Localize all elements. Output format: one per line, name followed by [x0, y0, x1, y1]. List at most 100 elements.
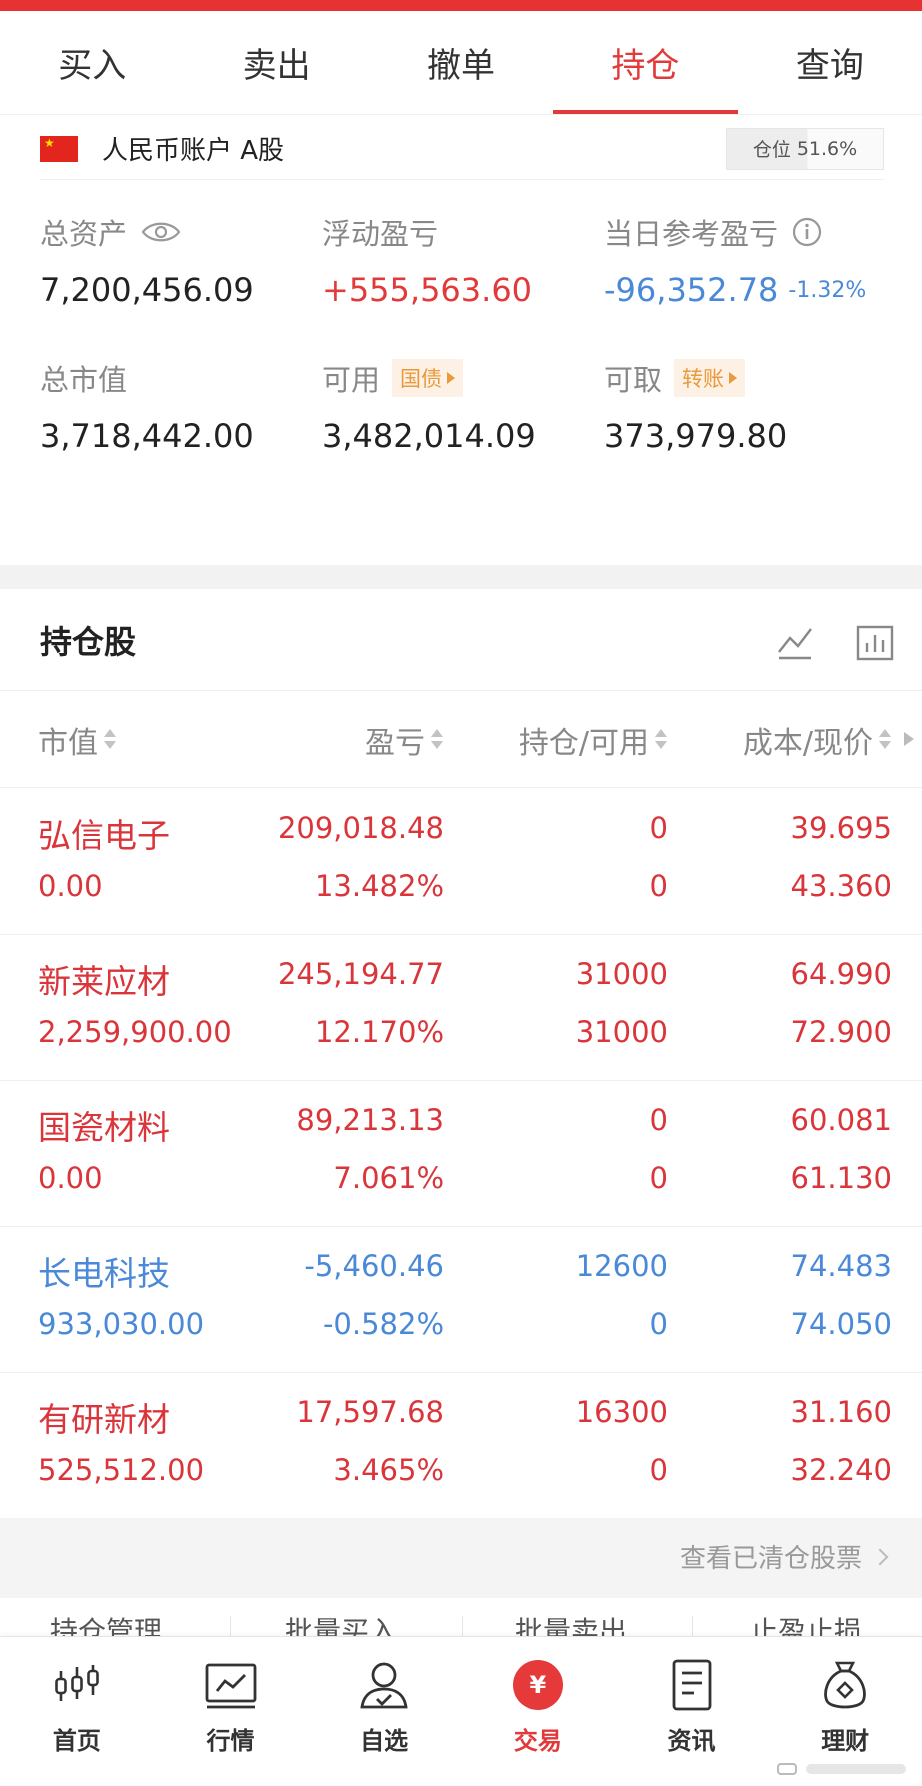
available-label: 可用 国债 — [322, 356, 604, 400]
stock-pl-pct: 7.061% — [333, 1161, 444, 1195]
stock-market-value: 0.00 — [38, 1161, 103, 1195]
col-pl[interactable]: 盈亏 — [365, 692, 444, 788]
account-name: 人民币账户 A股 — [102, 136, 285, 166]
stock-name: 有研新材 — [38, 1400, 170, 1439]
money-bag-icon — [824, 1661, 867, 1709]
stock-cost: 60.081 — [790, 1103, 892, 1137]
stock-available: 31000 — [575, 1015, 668, 1049]
table-row[interactable]: 长电科技 933,030.00 -5,460.46 -0.582% 12600 0 74.4… — [0, 1227, 922, 1373]
stock-pl: -5,460.46 — [304, 1249, 444, 1283]
user-check-icon — [360, 1662, 408, 1709]
table-row[interactable]: 新莱应材 2,259,900.00 245,194.77 12.170% 31000 31… — [0, 935, 922, 1081]
holdings-columns: 市值 盈亏 持仓/可用 成本/现价 — [0, 692, 922, 788]
table-row[interactable]: 弘信电子 0.00 209,018.48 13.482% 0 0 39.695 43.360 — [0, 789, 922, 935]
total-assets-value: 7,200,456.09 — [40, 271, 254, 309]
bar-chart-icon[interactable] — [856, 625, 894, 661]
floating-pl-label: 浮动盈亏 — [322, 217, 439, 251]
stock-pl: 89,213.13 — [296, 1103, 444, 1137]
info-icon[interactable] — [792, 217, 822, 247]
stock-name: 弘信电子 — [38, 816, 170, 855]
nav-trade[interactable]: ¥ 交易 — [461, 1637, 615, 1786]
stock-pl-pct: 13.482% — [314, 869, 444, 903]
stock-available: 0 — [649, 1161, 668, 1195]
sort-icon — [878, 727, 892, 753]
chevron-right-icon — [871, 1548, 889, 1565]
market-value-label: 总市值 — [40, 363, 128, 397]
stock-cost: 39.695 — [790, 811, 892, 845]
status-strip — [0, 0, 922, 11]
col-market-value[interactable]: 市值 — [38, 692, 117, 788]
col-cost-price[interactable]: 成本/现价 — [743, 692, 892, 788]
eye-icon[interactable] — [141, 220, 181, 244]
available-value: 3,482,014.09 — [322, 417, 536, 455]
holdings-title: 持仓股 — [40, 622, 137, 661]
stock-pl: 245,194.77 — [277, 957, 444, 991]
position-label: 仓位 — [752, 139, 791, 161]
position-value: 51.6% — [796, 137, 858, 160]
stock-market-value: 0.00 — [38, 869, 103, 903]
stock-position: 0 — [649, 1103, 668, 1137]
treasury-bond-button[interactable]: 国债 — [392, 359, 464, 397]
stock-price: 72.900 — [790, 1015, 892, 1049]
nav-news[interactable]: 资讯 — [615, 1637, 769, 1786]
stock-available: 0 — [649, 1453, 668, 1487]
candlestick-icon — [55, 1665, 99, 1701]
stock-pl: 17,597.68 — [296, 1395, 444, 1429]
daily-pl-label: 当日参考盈亏 — [604, 210, 900, 254]
total-assets-label: 总资产 — [40, 210, 322, 254]
stock-name: 国瓷材料 — [38, 1108, 170, 1147]
stock-cost: 31.160 — [790, 1395, 892, 1429]
stock-position: 0 — [649, 811, 668, 845]
position-ratio-badge: 仓位 51.6% — [726, 127, 884, 170]
nav-market[interactable]: 行情 — [154, 1637, 308, 1786]
market-value-value: 3,718,442.00 — [40, 417, 254, 455]
stock-position: 31000 — [575, 957, 668, 991]
stock-position: 12600 — [575, 1249, 668, 1283]
table-row[interactable]: 国瓷材料 0.00 89,213.13 7.061% 0 0 60.081 61.130 — [0, 1081, 922, 1227]
stock-pl-pct: -0.582% — [322, 1307, 444, 1341]
daily-pl-pct: -1.32% — [788, 277, 867, 303]
stock-cost: 74.483 — [790, 1249, 892, 1283]
holdings-page: 买入 卖出 撤单 持仓 查询 人民币账户 A股 仓位 51.6% 总资产 7,2… — [0, 0, 922, 1786]
scroll-right-icon[interactable] — [904, 732, 914, 746]
tab-query[interactable]: 查询 — [738, 11, 922, 114]
tab-buy[interactable]: 买入 — [0, 11, 184, 114]
view-cleared-link[interactable]: 查看已清仓股票 — [680, 1538, 889, 1575]
stock-available: 0 — [649, 869, 668, 903]
nav-watchlist[interactable]: 自选 — [307, 1637, 461, 1786]
stock-position: 16300 — [575, 1395, 668, 1429]
stock-cost: 64.990 — [790, 957, 892, 991]
withdrawable-value: 373,979.80 — [604, 417, 788, 455]
stock-name: 新莱应材 — [38, 962, 170, 1001]
account-bar: 人民币账户 A股 仓位 51.6% — [40, 118, 884, 180]
sort-icon — [654, 727, 668, 753]
trend-line-icon[interactable] — [776, 625, 814, 661]
play-icon — [729, 372, 738, 384]
home-indicator — [777, 1763, 906, 1775]
action-bar-peek: 持仓管理 批量买入 批量卖出 止盈止损 — [0, 1598, 922, 1636]
tab-cancel[interactable]: 撤单 — [369, 11, 553, 114]
tab-sell[interactable]: 卖出 — [184, 11, 368, 114]
play-icon — [447, 372, 456, 384]
col-position[interactable]: 持仓/可用 — [519, 692, 668, 788]
transfer-button[interactable]: 转账 — [674, 359, 746, 397]
stock-market-value: 933,030.00 — [38, 1307, 205, 1341]
stock-price: 61.130 — [790, 1161, 892, 1195]
stock-market-value: 525,512.00 — [38, 1453, 205, 1487]
sort-icon — [103, 727, 117, 753]
withdrawable-label: 可取 转账 — [604, 356, 886, 400]
trade-tabs: 买入 卖出 撤单 持仓 查询 — [0, 11, 922, 115]
nav-home[interactable]: 首页 — [0, 1637, 154, 1786]
china-flag-icon — [40, 135, 78, 162]
tab-holdings[interactable]: 持仓 — [553, 11, 739, 114]
yen-icon: ¥ — [512, 1660, 563, 1710]
sort-icon — [430, 727, 444, 753]
stock-pl: 209,018.48 — [277, 811, 444, 845]
stock-market-value: 2,259,900.00 — [38, 1015, 232, 1049]
stock-price: 32.240 — [790, 1453, 892, 1487]
stock-pl-pct: 3.465% — [333, 1453, 444, 1487]
chart-icon — [205, 1663, 256, 1709]
table-row[interactable]: 有研新材 525,512.00 17,597.68 3.465% 16300 0 31.16… — [0, 1373, 922, 1519]
section-divider — [0, 565, 922, 589]
document-icon — [672, 1659, 711, 1711]
